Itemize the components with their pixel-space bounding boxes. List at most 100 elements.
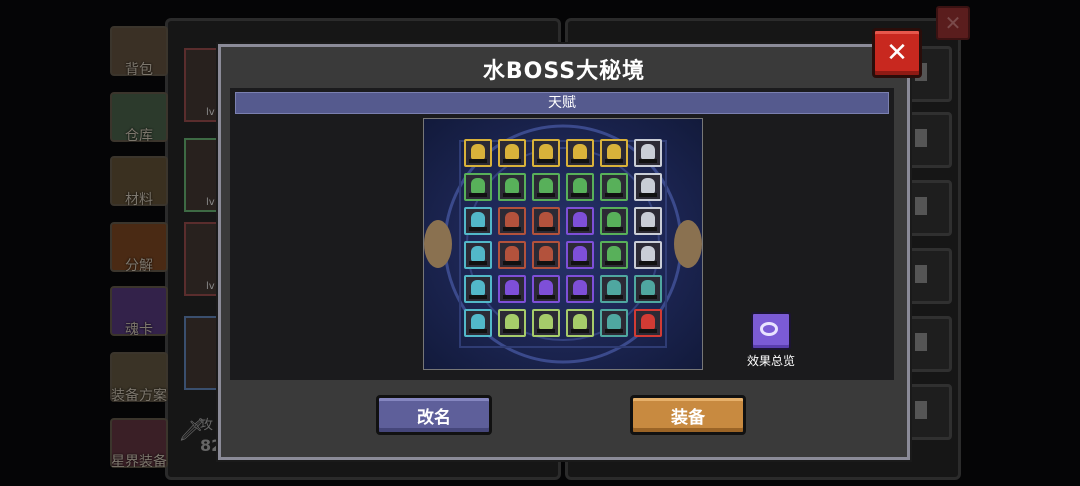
- talent-node-silver[interactable]: [634, 173, 662, 201]
- talent-node-silver[interactable]: [634, 241, 662, 269]
- sidebar-item-equipment-plan[interactable]: 装备方案: [110, 352, 168, 404]
- talent-node-yellow[interactable]: [464, 139, 492, 167]
- talent-rune-icon: [505, 212, 519, 228]
- talent-node-green[interactable]: [498, 173, 526, 201]
- node-base: [503, 295, 521, 299]
- talent-rune-icon: [505, 314, 519, 330]
- sidebar-label: 魂卡: [125, 322, 153, 338]
- node-base: [503, 193, 521, 197]
- talent-node-red[interactable]: [498, 207, 526, 235]
- talent-rune-icon: [539, 144, 553, 160]
- talent-node-teal[interactable]: [600, 275, 628, 303]
- card-level: lv: [206, 197, 215, 208]
- node-base: [571, 329, 589, 333]
- talent-rune-icon: [471, 314, 485, 330]
- node-base: [503, 329, 521, 333]
- talent-node-cyan[interactable]: [464, 275, 492, 303]
- sidebar-item-soul-card[interactable]: 魂卡: [110, 286, 168, 338]
- node-base: [605, 159, 623, 163]
- talent-rune-icon: [505, 246, 519, 262]
- talent-node-cyan[interactable]: [464, 207, 492, 235]
- talent-rune-icon: [505, 280, 519, 296]
- sidebar-label: 分解: [125, 258, 153, 274]
- equip-button[interactable]: 装备: [630, 395, 746, 435]
- talent-rune-icon: [641, 314, 655, 330]
- talent-rune-icon: [505, 144, 519, 160]
- node-base: [571, 261, 589, 265]
- talent-node-yellow[interactable]: [532, 139, 560, 167]
- talent-node-green[interactable]: [566, 173, 594, 201]
- talent-rune-icon: [539, 280, 553, 296]
- talent-node-red[interactable]: [532, 241, 560, 269]
- talent-rune-icon: [607, 144, 621, 160]
- talent-node-green[interactable]: [532, 173, 560, 201]
- talent-rune-icon: [573, 178, 587, 194]
- talent-node-red[interactable]: [532, 207, 560, 235]
- rename-button[interactable]: 改名: [376, 395, 492, 435]
- node-base: [605, 193, 623, 197]
- close-button[interactable]: ✕: [872, 28, 922, 78]
- talent-rune-icon: [471, 212, 485, 228]
- node-base: [605, 295, 623, 299]
- sidebar-label: 星界装备: [111, 454, 167, 470]
- sidebar-item-storage[interactable]: 仓库: [110, 92, 168, 144]
- talent-node-cyan[interactable]: [464, 309, 492, 337]
- talent-node-lime[interactable]: [566, 309, 594, 337]
- talent-rune-icon: [539, 212, 553, 228]
- node-base: [469, 295, 487, 299]
- sword-icon: 🗡: [178, 418, 206, 443]
- talent-rune-icon: [607, 212, 621, 228]
- node-base: [537, 193, 555, 197]
- talent-rune-icon: [641, 212, 655, 228]
- node-base: [605, 329, 623, 333]
- talent-rune-icon: [539, 178, 553, 194]
- talent-node-lime[interactable]: [498, 309, 526, 337]
- talent-rune-icon: [641, 246, 655, 262]
- talent-rune-icon: [573, 280, 587, 296]
- talent-node-lime[interactable]: [532, 309, 560, 337]
- talent-node-teal[interactable]: [634, 275, 662, 303]
- talent-node-green[interactable]: [600, 241, 628, 269]
- talent-node-purple[interactable]: [566, 275, 594, 303]
- talent-node-green[interactable]: [600, 173, 628, 201]
- sidebar-item-astral-equipment[interactable]: 星界装备: [110, 418, 168, 470]
- node-base: [639, 193, 657, 197]
- talent-node-purple[interactable]: [498, 275, 526, 303]
- talent-node-yellow[interactable]: [600, 139, 628, 167]
- node-base: [537, 227, 555, 231]
- talent-node-yellow[interactable]: [498, 139, 526, 167]
- talent-node-green[interactable]: [600, 207, 628, 235]
- talent-rune-icon: [607, 178, 621, 194]
- talent-node-silver[interactable]: [634, 207, 662, 235]
- sidebar-item-materials[interactable]: 材料: [110, 156, 168, 208]
- node-base: [571, 295, 589, 299]
- talent-rune-icon: [471, 178, 485, 194]
- background-close-icon[interactable]: ✕: [936, 6, 970, 40]
- node-base: [537, 159, 555, 163]
- node-base: [503, 227, 521, 231]
- talent-rune-icon: [573, 212, 587, 228]
- talent-node-yellow[interactable]: [566, 139, 594, 167]
- sidebar-item-bag[interactable]: 背包: [110, 26, 168, 78]
- talent-node-purple[interactable]: [566, 241, 594, 269]
- talent-node-cyan[interactable]: [464, 241, 492, 269]
- talent-node-purple[interactable]: [566, 207, 594, 235]
- node-base: [639, 159, 657, 163]
- talent-node-purple[interactable]: [532, 275, 560, 303]
- effect-overview-button[interactable]: 效果总览: [740, 312, 802, 369]
- talent-node-crimson[interactable]: [634, 309, 662, 337]
- talent-rune-icon: [471, 280, 485, 296]
- talent-node-teal[interactable]: [600, 309, 628, 337]
- talent-rune-icon: [573, 314, 587, 330]
- talent-rune-icon: [607, 314, 621, 330]
- sidebar-item-disassemble[interactable]: 分解: [110, 222, 168, 274]
- talent-rune-icon: [607, 280, 621, 296]
- node-base: [537, 329, 555, 333]
- talent-node-green[interactable]: [464, 173, 492, 201]
- node-base: [537, 261, 555, 265]
- node-base: [571, 193, 589, 197]
- talent-rune-icon: [641, 280, 655, 296]
- talent-node-silver[interactable]: [634, 139, 662, 167]
- node-base: [605, 261, 623, 265]
- talent-node-red[interactable]: [498, 241, 526, 269]
